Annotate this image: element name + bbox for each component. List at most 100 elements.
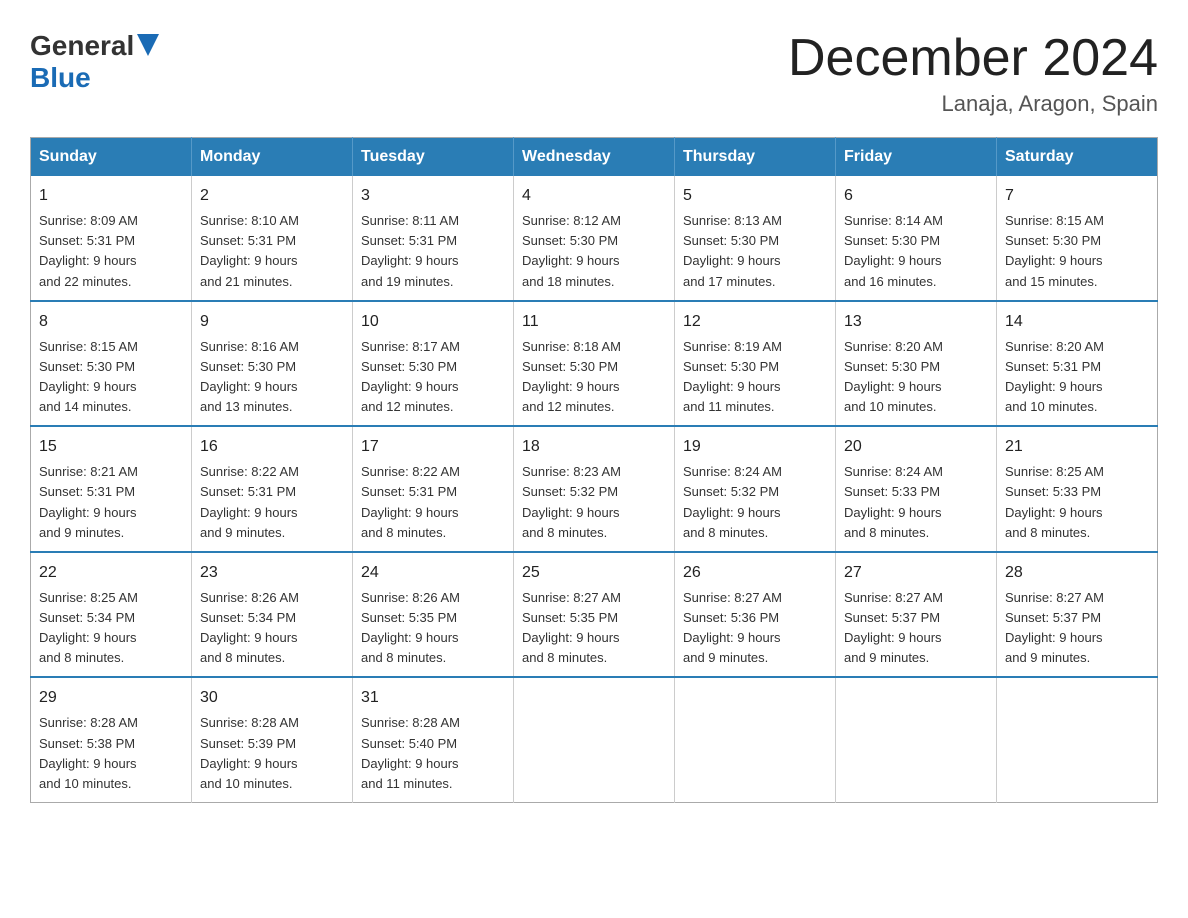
day-info: Sunrise: 8:27 AMSunset: 5:37 PMDaylight:… [1005, 590, 1104, 665]
day-info: Sunrise: 8:22 AMSunset: 5:31 PMDaylight:… [200, 464, 299, 539]
calendar-cell: 27 Sunrise: 8:27 AMSunset: 5:37 PMDayligh… [836, 552, 997, 678]
calendar-cell: 1 Sunrise: 8:09 AMSunset: 5:31 PMDaylight… [31, 176, 192, 301]
calendar-cell: 13 Sunrise: 8:20 AMSunset: 5:30 PMDayligh… [836, 301, 997, 427]
day-info: Sunrise: 8:25 AMSunset: 5:34 PMDaylight:… [39, 590, 138, 665]
day-info: Sunrise: 8:16 AMSunset: 5:30 PMDaylight:… [200, 339, 299, 414]
day-info: Sunrise: 8:12 AMSunset: 5:30 PMDaylight:… [522, 213, 621, 288]
calendar-cell: 16 Sunrise: 8:22 AMSunset: 5:31 PMDayligh… [192, 426, 353, 552]
calendar-cell: 11 Sunrise: 8:18 AMSunset: 5:30 PMDayligh… [514, 301, 675, 427]
calendar-cell: 8 Sunrise: 8:15 AMSunset: 5:30 PMDaylight… [31, 301, 192, 427]
day-number: 27 [844, 561, 988, 585]
day-number: 31 [361, 686, 505, 710]
day-number: 8 [39, 310, 183, 334]
calendar-cell [997, 677, 1158, 802]
week-row-3: 15 Sunrise: 8:21 AMSunset: 5:31 PMDayligh… [31, 426, 1158, 552]
week-row-1: 1 Sunrise: 8:09 AMSunset: 5:31 PMDaylight… [31, 176, 1158, 301]
day-number: 13 [844, 310, 988, 334]
day-number: 24 [361, 561, 505, 585]
weekday-header-row: SundayMondayTuesdayWednesdayThursdayFrid… [31, 138, 1158, 177]
day-info: Sunrise: 8:20 AMSunset: 5:31 PMDaylight:… [1005, 339, 1104, 414]
calendar-cell: 9 Sunrise: 8:16 AMSunset: 5:30 PMDaylight… [192, 301, 353, 427]
day-number: 7 [1005, 184, 1149, 208]
day-number: 12 [683, 310, 827, 334]
logo: General Blue [30, 30, 159, 94]
calendar-cell: 3 Sunrise: 8:11 AMSunset: 5:31 PMDaylight… [353, 176, 514, 301]
day-info: Sunrise: 8:13 AMSunset: 5:30 PMDaylight:… [683, 213, 782, 288]
calendar-cell: 31 Sunrise: 8:28 AMSunset: 5:40 PMDayligh… [353, 677, 514, 802]
day-info: Sunrise: 8:17 AMSunset: 5:30 PMDaylight:… [361, 339, 460, 414]
logo-general-text: General [30, 30, 134, 62]
day-number: 16 [200, 435, 344, 459]
calendar-cell: 30Sunrise: 8:28 AMSunset: 5:39 PMDayligh… [192, 677, 353, 802]
day-number: 28 [1005, 561, 1149, 585]
weekday-header-tuesday: Tuesday [353, 138, 514, 177]
day-number: 19 [683, 435, 827, 459]
calendar-cell: 21Sunrise: 8:25 AMSunset: 5:33 PMDayligh… [997, 426, 1158, 552]
day-number: 3 [361, 184, 505, 208]
day-info: Sunrise: 8:27 AMSunset: 5:37 PMDaylight:… [844, 590, 943, 665]
day-number: 1 [39, 184, 183, 208]
day-info: Sunrise: 8:24 AMSunset: 5:33 PMDaylight:… [844, 464, 943, 539]
day-info: Sunrise: 8:28 AMSunset: 5:38 PMDaylight:… [39, 715, 138, 790]
calendar-table: SundayMondayTuesdayWednesdayThursdayFrid… [30, 137, 1158, 803]
calendar-cell: 15 Sunrise: 8:21 AMSunset: 5:31 PMDayligh… [31, 426, 192, 552]
calendar-cell: 23Sunrise: 8:26 AMSunset: 5:34 PMDayligh… [192, 552, 353, 678]
day-info: Sunrise: 8:20 AMSunset: 5:30 PMDaylight:… [844, 339, 943, 414]
day-info: Sunrise: 8:14 AMSunset: 5:30 PMDaylight:… [844, 213, 943, 288]
week-row-5: 29Sunrise: 8:28 AMSunset: 5:38 PMDayligh… [31, 677, 1158, 802]
day-number: 9 [200, 310, 344, 334]
location-subtitle: Lanaja, Aragon, Spain [788, 91, 1158, 117]
weekday-header-friday: Friday [836, 138, 997, 177]
day-number: 17 [361, 435, 505, 459]
calendar-cell [836, 677, 997, 802]
weekday-header-wednesday: Wednesday [514, 138, 675, 177]
day-number: 26 [683, 561, 827, 585]
calendar-cell: 6 Sunrise: 8:14 AMSunset: 5:30 PMDaylight… [836, 176, 997, 301]
day-info: Sunrise: 8:19 AMSunset: 5:30 PMDaylight:… [683, 339, 782, 414]
day-number: 10 [361, 310, 505, 334]
month-title: December 2024 [788, 30, 1158, 87]
day-info: Sunrise: 8:15 AMSunset: 5:30 PMDaylight:… [39, 339, 138, 414]
day-info: Sunrise: 8:22 AMSunset: 5:31 PMDaylight:… [361, 464, 460, 539]
calendar-cell: 25Sunrise: 8:27 AMSunset: 5:35 PMDayligh… [514, 552, 675, 678]
day-info: Sunrise: 8:26 AMSunset: 5:35 PMDaylight:… [361, 590, 460, 665]
weekday-header-saturday: Saturday [997, 138, 1158, 177]
weekday-header-monday: Monday [192, 138, 353, 177]
calendar-cell: 24 Sunrise: 8:26 AMSunset: 5:35 PMDayligh… [353, 552, 514, 678]
day-number: 18 [522, 435, 666, 459]
calendar-cell: 29Sunrise: 8:28 AMSunset: 5:38 PMDayligh… [31, 677, 192, 802]
day-info: Sunrise: 8:23 AMSunset: 5:32 PMDaylight:… [522, 464, 621, 539]
day-number: 11 [522, 310, 666, 334]
day-number: 6 [844, 184, 988, 208]
day-info: Sunrise: 8:26 AMSunset: 5:34 PMDaylight:… [200, 590, 299, 665]
day-info: Sunrise: 8:15 AMSunset: 5:30 PMDaylight:… [1005, 213, 1104, 288]
day-info: Sunrise: 8:21 AMSunset: 5:31 PMDaylight:… [39, 464, 138, 539]
calendar-cell: 2 Sunrise: 8:10 AMSunset: 5:31 PMDaylight… [192, 176, 353, 301]
day-info: Sunrise: 8:09 AMSunset: 5:31 PMDaylight:… [39, 213, 138, 288]
week-row-2: 8 Sunrise: 8:15 AMSunset: 5:30 PMDaylight… [31, 301, 1158, 427]
logo-blue-text: Blue [30, 62, 91, 93]
day-info: Sunrise: 8:10 AMSunset: 5:31 PMDaylight:… [200, 213, 299, 288]
logo-arrow-icon [137, 34, 159, 56]
calendar-cell: 18 Sunrise: 8:23 AMSunset: 5:32 PMDayligh… [514, 426, 675, 552]
day-number: 5 [683, 184, 827, 208]
page-header: General Blue December 2024 Lanaja, Arago… [30, 30, 1158, 117]
day-number: 20 [844, 435, 988, 459]
day-number: 2 [200, 184, 344, 208]
calendar-cell: 12 Sunrise: 8:19 AMSunset: 5:30 PMDayligh… [675, 301, 836, 427]
day-number: 14 [1005, 310, 1149, 334]
calendar-cell: 14 Sunrise: 8:20 AMSunset: 5:31 PMDayligh… [997, 301, 1158, 427]
day-info: Sunrise: 8:11 AMSunset: 5:31 PMDaylight:… [361, 213, 459, 288]
day-info: Sunrise: 8:27 AMSunset: 5:36 PMDaylight:… [683, 590, 782, 665]
day-info: Sunrise: 8:18 AMSunset: 5:30 PMDaylight:… [522, 339, 621, 414]
day-number: 4 [522, 184, 666, 208]
title-section: December 2024 Lanaja, Aragon, Spain [788, 30, 1158, 117]
calendar-cell: 19Sunrise: 8:24 AMSunset: 5:32 PMDayligh… [675, 426, 836, 552]
day-info: Sunrise: 8:28 AMSunset: 5:39 PMDaylight:… [200, 715, 299, 790]
day-number: 15 [39, 435, 183, 459]
calendar-cell: 4 Sunrise: 8:12 AMSunset: 5:30 PMDaylight… [514, 176, 675, 301]
week-row-4: 22Sunrise: 8:25 AMSunset: 5:34 PMDayligh… [31, 552, 1158, 678]
calendar-cell: 22Sunrise: 8:25 AMSunset: 5:34 PMDayligh… [31, 552, 192, 678]
day-info: Sunrise: 8:28 AMSunset: 5:40 PMDaylight:… [361, 715, 460, 790]
day-info: Sunrise: 8:25 AMSunset: 5:33 PMDaylight:… [1005, 464, 1104, 539]
